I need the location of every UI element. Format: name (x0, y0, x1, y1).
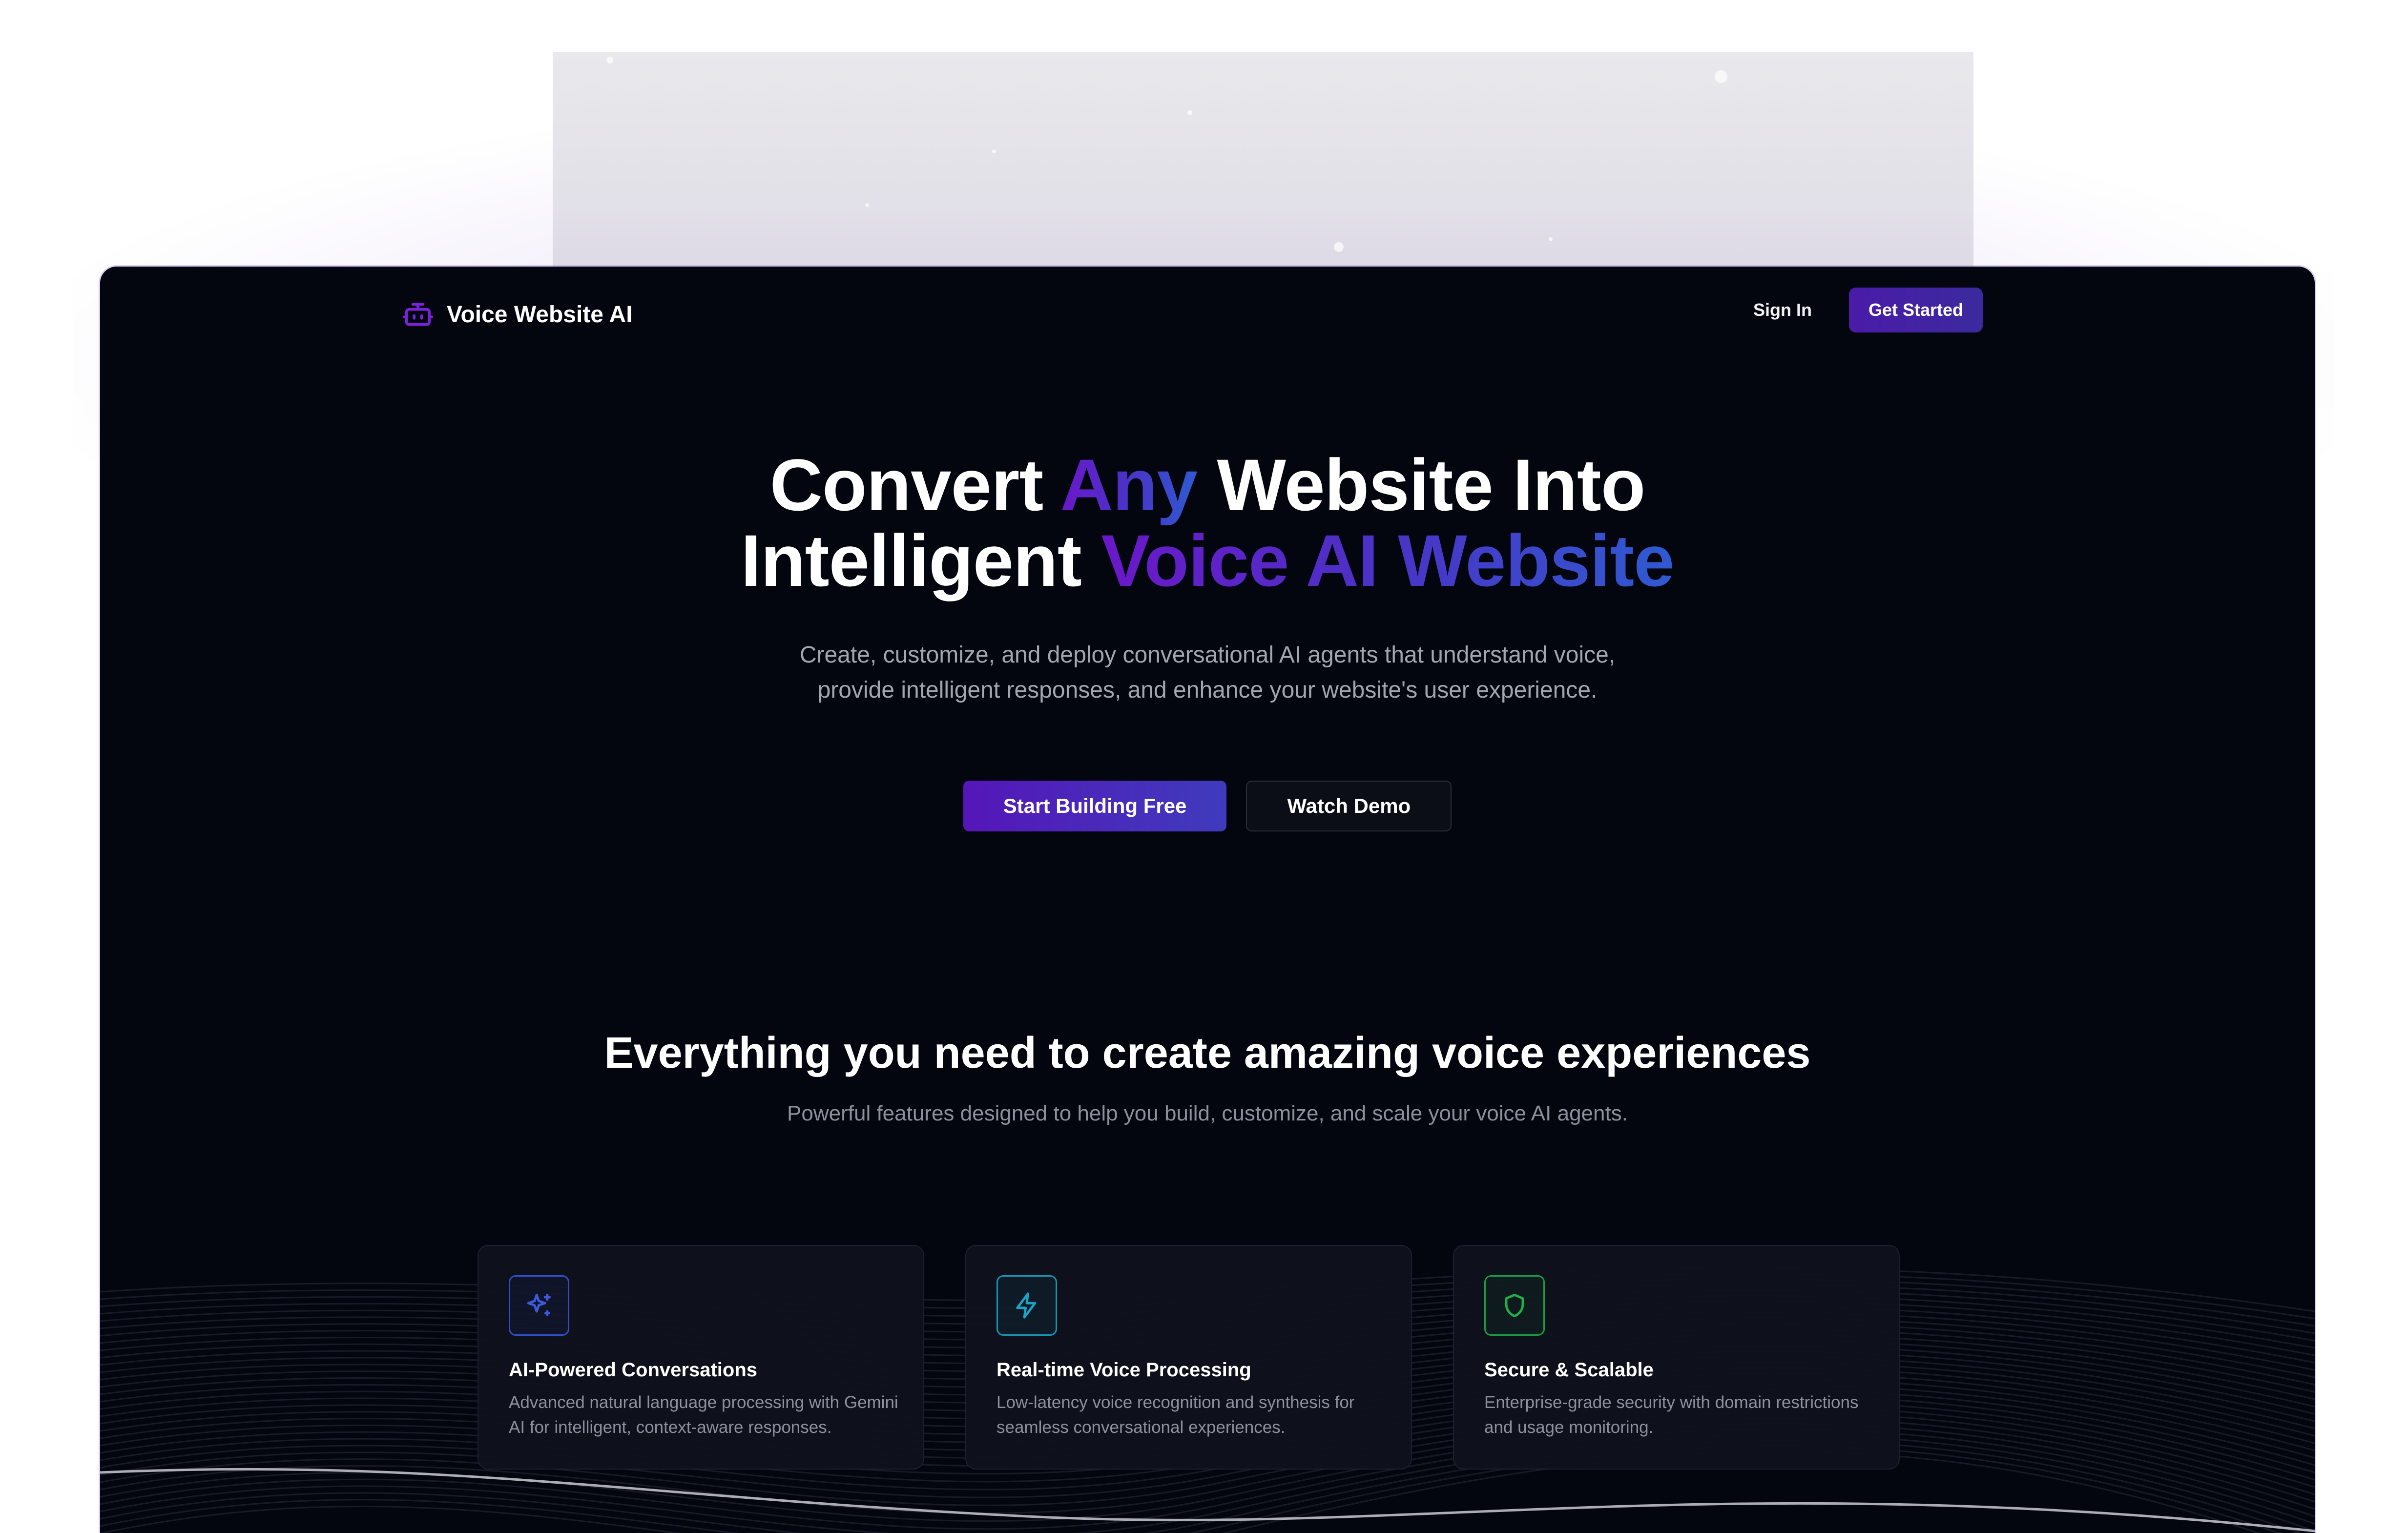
background-preview-panel (553, 52, 1973, 271)
start-building-button[interactable]: Start Building Free (963, 781, 1227, 831)
hero-title-text: Intelligent (741, 519, 1101, 601)
feature-card-title: Real-time Voice Processing (996, 1359, 1251, 1381)
hero-title-text: Website Into (1197, 444, 1645, 526)
feature-card-ai-conversations: AI-Powered Conversations Advanced natura… (477, 1245, 924, 1470)
hero-subtitle: Create, customize, and deploy conversati… (799, 642, 1616, 703)
lightning-icon (996, 1275, 1057, 1336)
features-subtitle: Powerful features designed to help you b… (787, 1101, 1628, 1125)
screenshot-stage: Voice Website AI Sign In Get Started Con… (0, 0, 2408, 1533)
feature-card-title: AI-Powered Conversations (509, 1359, 758, 1381)
watch-demo-button[interactable]: Watch Demo (1246, 781, 1452, 831)
feature-card-secure-scalable: Secure & Scalable Enterprise-grade secur… (1453, 1245, 1900, 1470)
get-started-button[interactable]: Get Started (1848, 288, 1983, 332)
hero-title-text: Convert (769, 444, 1060, 526)
feature-card-description: Low-latency voice recognition and synthe… (996, 1393, 1355, 1437)
hero-cta-group: Start Building Free Watch Demo (100, 781, 2315, 831)
hero-title-highlight: Voice AI Website (1101, 519, 1674, 601)
feature-card-voice-processing: Real-time Voice Processing Low-latency v… (965, 1245, 1412, 1470)
landing-page-window: Voice Website AI Sign In Get Started Con… (100, 267, 2315, 1533)
brand-name: Voice Website AI (447, 301, 633, 328)
hero-title: Convert Any Website Into Intelligent Voi… (100, 447, 2315, 599)
sign-in-button[interactable]: Sign In (1753, 300, 1812, 320)
features-title: Everything you need to create amazing vo… (604, 1029, 1811, 1077)
robot-icon (403, 299, 433, 330)
sparkles-icon (509, 1275, 569, 1336)
feature-card-description: Advanced natural language processing wit… (509, 1393, 898, 1437)
hero-title-highlight: Any (1060, 444, 1197, 526)
feature-cards: AI-Powered Conversations Advanced natura… (477, 1245, 1900, 1470)
brand[interactable]: Voice Website AI (403, 295, 633, 334)
shield-icon (1484, 1275, 1545, 1336)
nav-actions: Sign In Get Started (1753, 288, 1983, 332)
feature-card-title: Secure & Scalable (1484, 1359, 1654, 1381)
feature-card-description: Enterprise-grade security with domain re… (1484, 1393, 1859, 1437)
